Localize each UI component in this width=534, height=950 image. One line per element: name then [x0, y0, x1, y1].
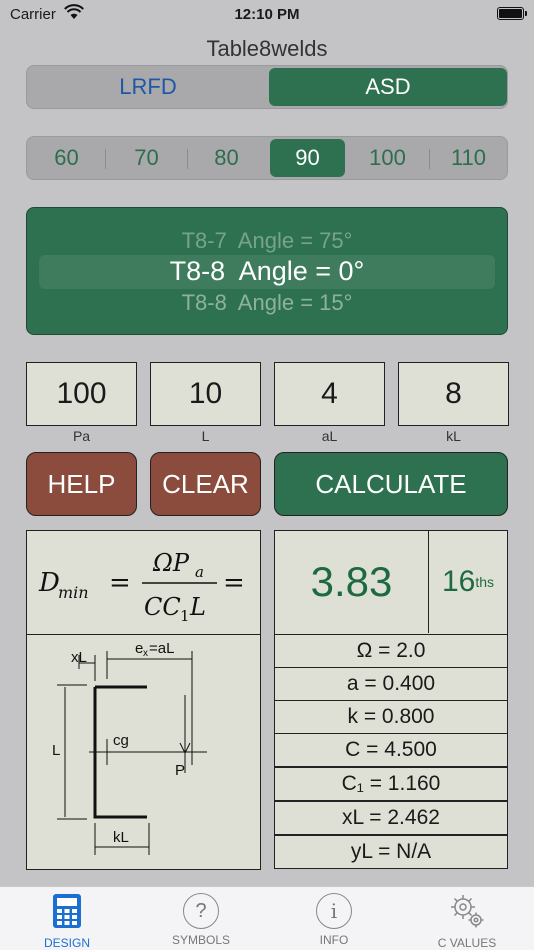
al-input[interactable]: 4	[274, 362, 385, 426]
clear-button[interactable]: CLEAR	[150, 452, 261, 516]
l-label: L	[201, 428, 210, 444]
yl-value: yL = N/A	[274, 835, 508, 869]
kl-input[interactable]: 8	[398, 362, 509, 426]
al-label: aL	[321, 428, 338, 444]
formula-numerator: ΩP	[152, 549, 190, 577]
ex-dimension-tail: =aL	[149, 640, 174, 657]
status-bar: Carrier 12:10 PM	[0, 0, 534, 30]
formula-lhs: D	[38, 568, 60, 598]
l-dimension-label: L	[52, 742, 60, 759]
electrode-80-button[interactable]: 80	[189, 139, 264, 177]
a-value: a = 0.400	[274, 667, 508, 701]
result-panel: 3.83 16 ths	[274, 530, 508, 635]
kl-dimension-label: kL	[113, 829, 129, 846]
battery-icon	[497, 7, 527, 20]
electrode-90-button[interactable]: 90	[270, 139, 345, 177]
table-angle-picker[interactable]: T8-7 Angle = 75° T8-8 Angle = 0° T8-8 An…	[26, 207, 508, 335]
cg-label: cg	[113, 732, 129, 749]
picker-next-option[interactable]: T8-8 Angle = 15°	[27, 290, 507, 316]
electrode-selector: 60 70 80 90 100 110	[26, 136, 508, 180]
formula-lhs-sub: min	[58, 583, 89, 602]
formula-denominator-sub: 1	[180, 607, 190, 625]
svg-text:=: =	[223, 568, 245, 598]
tab-info[interactable]: i INFO	[267, 893, 401, 947]
picker-prev-option[interactable]: T8-7 Angle = 75°	[27, 228, 507, 254]
electrode-100-button[interactable]: 100	[350, 139, 425, 177]
kl-label: kL	[446, 428, 461, 444]
tab-c-values-label: C VALUES	[437, 936, 497, 950]
info-icon: i	[316, 893, 352, 929]
c-value: C = 4.500	[274, 733, 508, 767]
tab-design-label: DESIGN	[43, 936, 90, 950]
tab-symbols-label: SYMBOLS	[171, 933, 231, 947]
asd-button[interactable]: ASD	[269, 68, 507, 106]
xl-value: xL = 2.462	[274, 801, 508, 835]
xl-dimension-label: xL	[71, 649, 87, 666]
picker-selected-option[interactable]: T8-8 Angle = 0°	[27, 256, 507, 287]
result-value: 3.83	[275, 531, 429, 633]
p-load-label: P	[175, 762, 185, 779]
design-method-segment: LRFD ASD	[26, 65, 508, 109]
l-input[interactable]: 10	[150, 362, 261, 426]
formula-graphic: D min = ΩP a CC 1 L =	[38, 549, 245, 625]
question-icon: ?	[183, 893, 219, 929]
electrode-70-button[interactable]: 70	[109, 139, 184, 177]
k-value: k = 0.800	[274, 700, 508, 734]
pa-input[interactable]: 100	[26, 362, 137, 426]
tab-design[interactable]: DESIGN	[0, 893, 134, 950]
calculator-icon	[53, 894, 81, 928]
clock: 12:10 PM	[234, 6, 300, 23]
c1-value: C₁ = 1.160	[274, 767, 508, 801]
electrode-60-button[interactable]: 60	[29, 139, 104, 177]
result-unit: 16 ths	[441, 565, 495, 598]
electrode-110-button[interactable]: 110	[431, 139, 506, 177]
omega-value: Ω = 2.0	[274, 634, 508, 668]
app-title: Table8welds	[206, 36, 328, 61]
ex-dimension-sub: x	[143, 648, 148, 659]
tab-bar: DESIGN ? SYMBOLS i INFO C VALUES	[0, 886, 534, 950]
weld-diagram: xL e x =aL L cg P kL	[26, 634, 261, 870]
calculate-button[interactable]: CALCULATE	[274, 452, 508, 516]
formula-panel: D min = ΩP a CC 1 L =	[26, 530, 261, 635]
svg-text:=: =	[109, 568, 131, 598]
lrfd-button[interactable]: LRFD	[29, 68, 267, 106]
gears-icon	[451, 895, 484, 928]
tab-symbols[interactable]: ? SYMBOLS	[134, 893, 268, 947]
channel-weld-graphic: xL e x =aL L cg P kL	[52, 640, 207, 855]
formula-denominator: CC	[144, 593, 181, 621]
help-button[interactable]: HELP	[26, 452, 137, 516]
pa-label: Pa	[72, 428, 91, 444]
formula-numerator-sub: a	[195, 563, 204, 581]
formula-denominator-tail: L	[189, 593, 206, 621]
tab-c-values[interactable]: C VALUES	[400, 893, 534, 950]
tab-info-label: INFO	[319, 933, 349, 947]
